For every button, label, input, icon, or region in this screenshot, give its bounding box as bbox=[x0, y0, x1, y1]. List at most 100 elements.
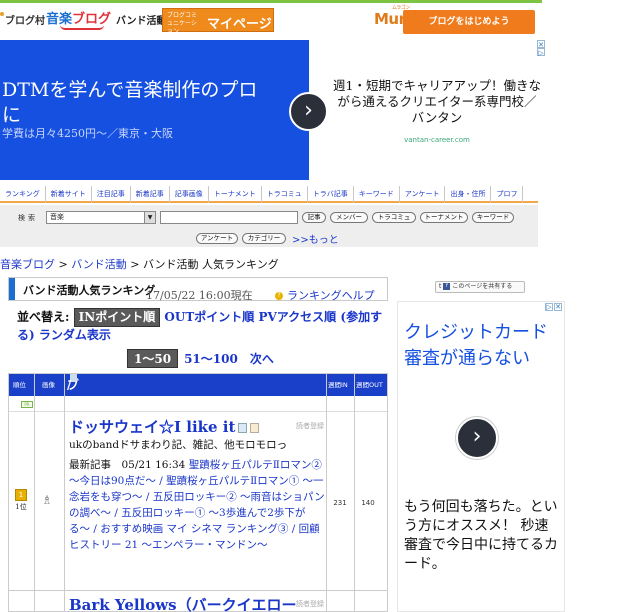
tab-tournament[interactable]: トーナメント bbox=[209, 186, 262, 203]
tab-hometown[interactable]: 出身・住所 bbox=[445, 186, 492, 203]
band-activity-logo[interactable]: バンド活動 bbox=[116, 12, 167, 27]
page-51-100[interactable]: 51〜100 bbox=[184, 352, 238, 366]
mypage-label: マイページ bbox=[207, 17, 272, 32]
blogmura-logo[interactable]: ブログ村 bbox=[0, 12, 45, 27]
tab-profile[interactable]: プロフ bbox=[491, 186, 524, 203]
ranking-header-accent bbox=[9, 278, 15, 300]
tab-trackback[interactable]: トラバ記事 bbox=[308, 186, 354, 203]
top-accent-line bbox=[0, 0, 542, 3]
ad-choices-icon[interactable]: ▷ bbox=[537, 48, 545, 57]
share-page-button[interactable]: t f このページを共有する bbox=[435, 281, 525, 293]
logo-swoosh bbox=[60, 25, 104, 30]
search-survey-button[interactable]: アンケート bbox=[196, 233, 238, 244]
pagination: 1〜50 51〜100 次へ bbox=[127, 349, 274, 368]
ad-image-panel[interactable]: DTMを学んで音楽制作のプロに 学費は月々4250円～／東京・大阪 bbox=[0, 40, 309, 180]
profile-icon[interactable] bbox=[238, 423, 248, 433]
table-header: 順位 画像 ブログ名 / プロフィール / 紹介文 / 最新記事 週間IN 週間O… bbox=[9, 374, 387, 612]
page-current: 1〜50 bbox=[127, 349, 179, 368]
tab-ranking[interactable]: ランキング bbox=[0, 186, 46, 203]
rank-medal-icon: 1 bbox=[15, 489, 27, 501]
chevron-down-icon: ▼ bbox=[144, 212, 155, 223]
breadcrumb-current: バンド活動 人気ランキング bbox=[143, 258, 279, 271]
tab-keyword[interactable]: キーワード bbox=[354, 186, 400, 203]
tab-new-sites[interactable]: 新着サイト bbox=[46, 186, 92, 203]
search-input[interactable] bbox=[160, 211, 298, 224]
ad-text-panel[interactable]: 週1・短期でキャリアアップ！働きながら通えるクリエイター系専門校／バンタン va… bbox=[332, 78, 542, 148]
breadcrumb-separator: > bbox=[126, 258, 143, 271]
breadcrumb-band[interactable]: バンド活動 bbox=[71, 258, 127, 271]
ad-close-icon[interactable]: ✕ bbox=[537, 40, 545, 49]
breadcrumb: 音楽ブログ > バンド活動 > バンド活動 人気ランキング bbox=[0, 256, 279, 272]
col-out: 週間OUT bbox=[356, 381, 383, 389]
search-label: 検索 bbox=[18, 214, 38, 222]
reader-register-button[interactable]: 読者登録 bbox=[296, 421, 324, 431]
search-category-button[interactable]: カテゴリー bbox=[242, 233, 286, 244]
search-more-link[interactable]: >>もっと bbox=[292, 231, 339, 246]
ad-choices-icon[interactable]: ▷ bbox=[545, 303, 553, 311]
tab-featured[interactable]: 注目記事 bbox=[92, 186, 131, 203]
ad-close-icon[interactable]: ✕ bbox=[554, 303, 562, 311]
tab-post-images[interactable]: 記事画像 bbox=[170, 186, 209, 203]
ranking-help-link[interactable]: ? ランキングヘルプ bbox=[275, 287, 375, 303]
search-category-select[interactable]: 音楽 ▼ bbox=[46, 211, 156, 224]
twitter-icon: t bbox=[439, 283, 442, 290]
ranking-date: 17/05/22 16:00現在 bbox=[146, 289, 253, 302]
nav-tabs: ランキング 新着サイト 注目記事 新着記事 記事画像 トーナメント トラコミュ トラバ記事 キー… bbox=[0, 186, 538, 203]
ranking-table: 順位 画像 ブログ名 / プロフィール / 紹介文 / 最新記事 週間IN 週間O… bbox=[8, 373, 388, 612]
weekly-out: 140 bbox=[361, 499, 375, 507]
ad-close-controls: ▷ ✕ bbox=[544, 303, 562, 311]
ad-title: DTMを学んで音楽制作のプロに bbox=[2, 79, 258, 126]
blog-profile: ukのbandドサまわり記、雑記、他モロモロっ bbox=[69, 439, 288, 451]
music-blog-logo[interactable]: 音楽ブログ bbox=[46, 8, 111, 30]
search-posts-button[interactable]: 記事 bbox=[302, 212, 326, 223]
avatar[interactable]: ♗ bbox=[40, 493, 54, 507]
recent-posts: 最新記事 05/21 16:34 聖蹟桜ヶ丘パルテⅡロマン② 〜今日は90点だ〜… bbox=[69, 457, 325, 553]
sort-label: 並べ替え: bbox=[17, 310, 70, 324]
col-image: 画像 bbox=[42, 381, 55, 389]
tab-survey[interactable]: アンケート bbox=[400, 186, 446, 203]
search-members-button[interactable]: メンバー bbox=[330, 212, 368, 223]
ranking-title: バンド活動人気ランキング bbox=[23, 284, 156, 297]
ad-close-controls: ✕ ▷ bbox=[537, 40, 545, 57]
sort-pv-access[interactable]: PVアクセス順 bbox=[258, 310, 336, 324]
blog-title: ドッサウェイ☆I like it bbox=[69, 418, 236, 436]
side-advertisement[interactable]: ▷ ✕ クレジットカード審査が通らない › もう何回も落ちた。という方にオススメ！… bbox=[397, 301, 565, 612]
sort-random[interactable]: ランダム表示 bbox=[39, 328, 111, 342]
mypage-button[interactable]: ブログコミュニケーション マイページ bbox=[162, 8, 274, 35]
sort-options: 並べ替え: INポイント順 OUTポイント順 PVアクセス順 (参加する) ラン… bbox=[17, 308, 389, 344]
page-next[interactable]: 次へ bbox=[250, 352, 274, 366]
ad-subtitle: 学費は月々4250円～／東京・大阪 bbox=[2, 127, 173, 140]
breadcrumb-music-blog[interactable]: 音楽ブログ bbox=[0, 258, 55, 271]
recent-time: 05/21 16:34 bbox=[121, 459, 186, 471]
sort-in-points[interactable]: INポイント順 bbox=[73, 308, 161, 327]
sort-out-points[interactable]: OUTポイント順 bbox=[164, 310, 254, 324]
tab-tracomu[interactable]: トラコミュ bbox=[262, 186, 308, 203]
reader-register-button[interactable]: 読者登録 bbox=[296, 599, 324, 609]
ad-right-text: 週1・短期でキャリアアップ！働きながら通えるクリエイター系専門校／バンタン bbox=[333, 78, 541, 125]
ad-arrow-icon[interactable]: › bbox=[289, 92, 328, 131]
search-category-value: 音楽 bbox=[50, 213, 64, 221]
search-tournament-button[interactable]: トーナメント bbox=[420, 212, 468, 223]
breadcrumb-separator: > bbox=[55, 258, 72, 271]
recent-post-links[interactable]: 聖蹟桜ヶ丘パルテⅡロマン② 〜今日は90点だ〜 / 聖蹟桜ヶ丘パルテⅡロマン① … bbox=[69, 459, 325, 551]
ranking-help-text: ランキングヘルプ bbox=[287, 289, 375, 302]
search-keyword-button[interactable]: キーワード bbox=[472, 212, 514, 223]
start-blog-button[interactable]: ブログをはじめよう bbox=[403, 10, 535, 34]
share-label: このページを共有する bbox=[452, 283, 513, 290]
side-ad-arrow-icon[interactable]: › bbox=[456, 417, 498, 459]
mypage-sub-label: ブログコミュニケーション bbox=[167, 12, 198, 35]
ad-url: vantan-career.com bbox=[404, 136, 470, 144]
blog-title-link[interactable]: ドッサウェイ☆I like it bbox=[69, 417, 325, 437]
help-icon: ? bbox=[275, 292, 283, 300]
pr-badge[interactable]: PR bbox=[21, 401, 33, 408]
top-advertisement[interactable]: DTMを学んで音楽制作のプロに 学費は月々4250円～／東京・大阪 › 週1・短… bbox=[0, 40, 545, 180]
tab-new-posts[interactable]: 新着記事 bbox=[131, 186, 170, 203]
blog-title-link[interactable]: Bark Yellows（バークイエロー bbox=[69, 594, 296, 612]
search-tracomu-button[interactable]: トラコミュ bbox=[372, 212, 416, 223]
logo-ring-icon bbox=[0, 12, 4, 16]
side-ad-body: もう何回も落ちた。という方にオススメ！ 秒速審査で今日中に持てるカード。 bbox=[404, 499, 558, 572]
rank-text: 1位 bbox=[15, 503, 27, 511]
rank-cell: 1 1位 bbox=[14, 489, 28, 512]
side-ad-headline: クレジットカード審査が通らない bbox=[404, 322, 548, 369]
image-icon[interactable] bbox=[250, 423, 260, 433]
